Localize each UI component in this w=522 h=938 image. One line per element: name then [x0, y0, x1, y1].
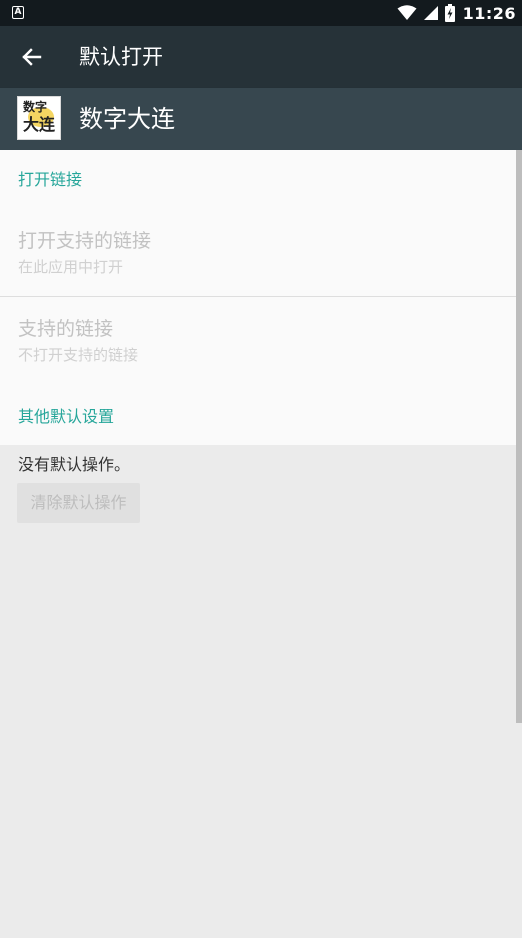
scrollbar[interactable]	[516, 150, 522, 723]
no-defaults-text: 没有默认操作。	[18, 455, 131, 474]
section-header-other-defaults: 其他默认设置	[18, 407, 115, 426]
supported-links-summary: 不打开支持的链接	[18, 346, 139, 364]
supported-links-title: 支持的链接	[18, 318, 114, 340]
open-supported-links-item[interactable]: 打开支持的链接 在此应用中打开	[0, 228, 516, 284]
app-icon-text-top: 数字	[23, 100, 48, 114]
app-icon: 数字 大连	[17, 96, 61, 140]
settings-card: 打开链接 打开支持的链接 在此应用中打开 支持的链接 不打开支持的链接 其他默认…	[0, 150, 522, 445]
open-supported-links-title: 打开支持的链接	[18, 230, 152, 252]
status-time: 11:26	[462, 3, 516, 23]
clear-defaults-button[interactable]: 清除默认操作	[17, 483, 140, 523]
back-button[interactable]	[18, 43, 46, 71]
notification-icon: A	[12, 6, 24, 19]
battery-charging-icon	[444, 4, 455, 22]
page-title: 默认打开	[79, 45, 163, 69]
open-supported-links-summary: 在此应用中打开	[18, 258, 124, 276]
toolbar: 默认打开	[0, 26, 522, 88]
status-icons: 11:26	[397, 0, 516, 26]
divider	[0, 296, 516, 297]
cell-signal-icon	[423, 6, 438, 20]
supported-links-item[interactable]: 支持的链接 不打开支持的链接	[0, 316, 516, 372]
arrow-left-icon	[22, 48, 42, 66]
wifi-icon	[397, 5, 417, 20]
app-icon-text-bottom: 大连	[23, 115, 56, 134]
app-name: 数字大连	[79, 105, 175, 133]
status-bar: A 11:26	[0, 0, 522, 26]
section-header-open-links: 打开链接	[18, 170, 83, 189]
app-header: 数字 大连 数字大连	[0, 88, 522, 150]
